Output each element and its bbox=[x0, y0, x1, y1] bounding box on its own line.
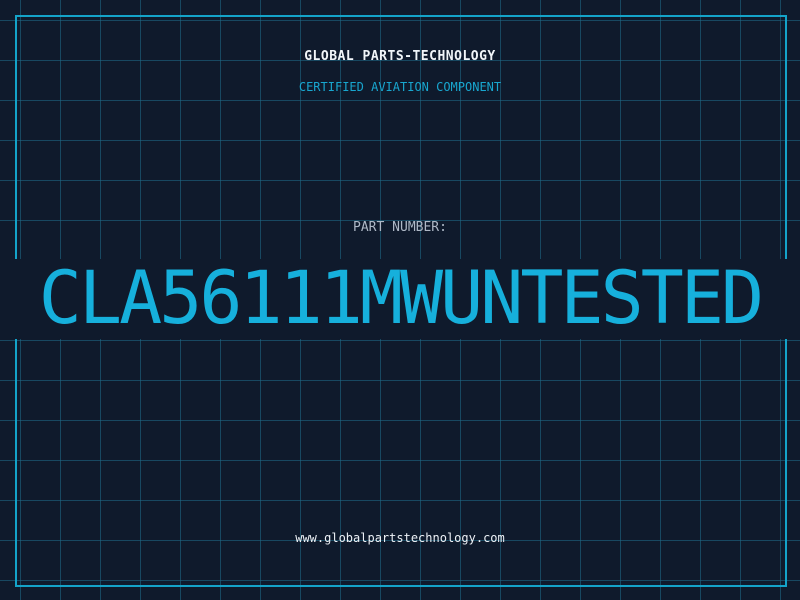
certification-subtitle: CERTIFIED AVIATION COMPONENT bbox=[298, 80, 502, 94]
part-number-value: CLA56111MWUNTESTED bbox=[38, 256, 764, 341]
part-label-canvas: GLOBAL PARTS-TECHNOLOGY CERTIFIED AVIATI… bbox=[0, 0, 800, 600]
company-name: GLOBAL PARTS-TECHNOLOGY bbox=[304, 49, 496, 64]
part-number-caption: PART NUMBER: bbox=[353, 220, 447, 235]
website-url: www.globalpartstechnology.com bbox=[295, 531, 505, 545]
